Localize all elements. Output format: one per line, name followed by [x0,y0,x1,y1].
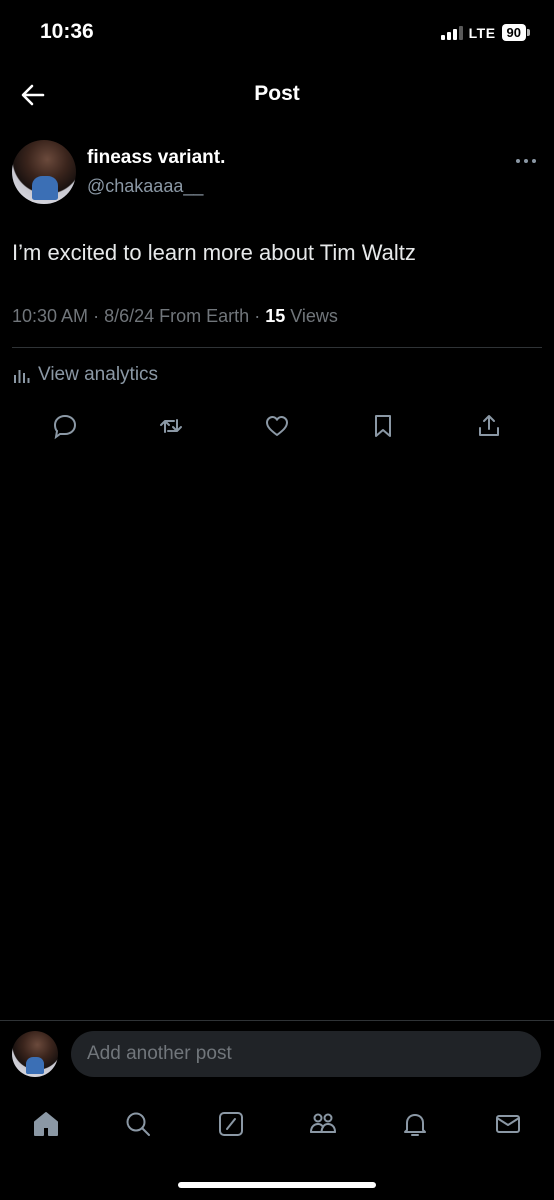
analytics-icon [14,370,30,383]
view-analytics-button[interactable]: View analytics [12,364,158,386]
tab-communities[interactable] [307,1108,339,1140]
share-icon [479,414,499,436]
more-icon [516,159,536,163]
post-meta: 10:30 AM · 8/6/24 From Earth · 15 Views [12,306,338,326]
author-handle[interactable]: @chakaaaa__ [87,176,203,197]
search-icon [126,1112,151,1136]
battery-level: 90 [501,24,526,41]
share-button[interactable] [475,412,503,445]
tab-grok[interactable] [215,1108,247,1140]
battery-icon: 90 [501,24,530,41]
like-icon [266,415,288,436]
messages-icon [495,1115,520,1133]
home-icon [34,1112,59,1136]
reply-button[interactable] [51,412,79,445]
bookmark-button[interactable] [369,412,397,445]
post-text: I’m excited to learn more about Tim Walt… [12,240,416,265]
signal-icon [440,25,463,40]
bottom-tab-bar [0,1102,554,1146]
notifications-icon [404,1114,427,1136]
compose-divider [0,1020,554,1021]
more-options-button[interactable] [514,148,538,171]
reply-icon [53,414,77,439]
post-time: 10:30 AM [12,306,89,326]
post-date: 8/6/24 [104,306,155,326]
post-actions [12,410,542,446]
home-indicator [178,1182,376,1188]
views-label: Views [290,306,338,326]
bookmark-icon [375,414,391,437]
page-title: Post [254,82,300,105]
tab-messages[interactable] [492,1108,524,1140]
views-count: 15 [265,306,286,326]
analytics-label: View analytics [38,364,159,385]
user-avatar[interactable] [12,1031,58,1077]
repost-button[interactable] [157,412,185,445]
status-time: 10:36 [40,20,94,43]
divider [12,347,542,348]
tab-search[interactable] [122,1108,154,1140]
grok-icon [218,1112,243,1136]
tab-home[interactable] [30,1108,62,1140]
post-location: From Earth [159,306,250,326]
repost-icon [160,418,182,433]
author-name[interactable]: fineass variant. [87,147,225,169]
communities-icon [310,1113,337,1133]
status-indicators: LTE 90 [440,24,530,41]
network-label: LTE [468,24,496,41]
author-avatar[interactable] [12,140,76,204]
like-button[interactable] [263,412,291,445]
tab-notifications[interactable] [399,1108,431,1140]
reply-input[interactable] [71,1031,541,1077]
